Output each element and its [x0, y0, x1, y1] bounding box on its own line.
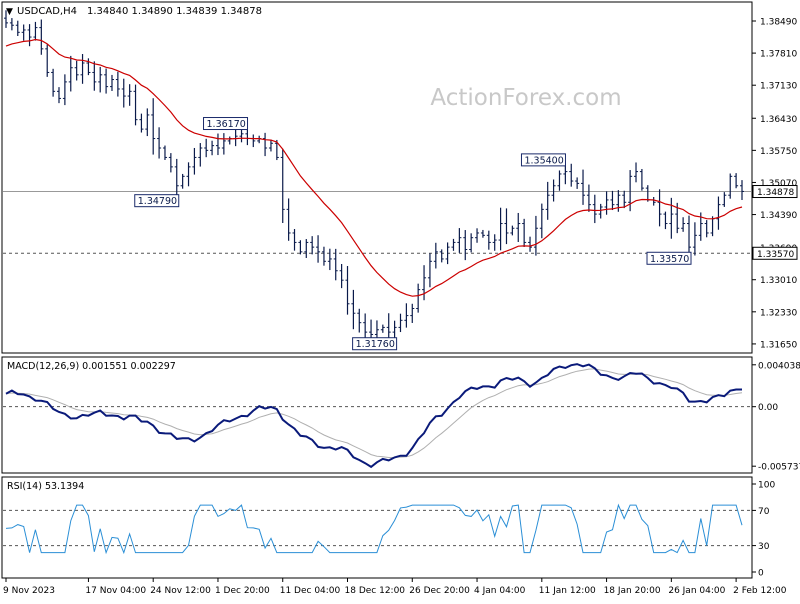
rsi-line-group	[5, 503, 743, 555]
macd-tick-label: 0.00	[758, 403, 778, 413]
price-tick-label: 1.32330	[760, 308, 797, 318]
price-panel-frame	[1, 1, 753, 354]
macd-tick-label: -0.005737	[758, 463, 800, 473]
macd-lines	[5, 363, 743, 469]
rsi-tick-label: 30	[758, 542, 770, 552]
macd-main-line	[5, 363, 742, 469]
annotation-label: 1.33570	[650, 254, 689, 265]
chart-window: ActionForex.com 1.34790 1.36170 1.31760 1.3…	[0, 0, 800, 600]
macd-label: MACD(12,26,9) 0.001551 0.002297	[7, 361, 176, 372]
x-tick-label: 18 Jan 20:00	[604, 586, 661, 596]
price-bars	[4, 10, 744, 345]
current-price-tag: 1.34878	[757, 188, 794, 198]
macd-signal-line	[5, 368, 743, 459]
rsi-tick-label: 100	[758, 481, 775, 491]
price-tick-label: 1.33010	[760, 276, 797, 286]
watermark-text: ActionForex.com	[430, 85, 621, 111]
dropdown-arrow-icon[interactable]: ▼	[6, 7, 13, 17]
rsi-line	[5, 503, 743, 555]
rsi-panel-frame	[1, 476, 753, 579]
chart-canvas: ActionForex.com 1.34790 1.36170 1.31760 1.3…	[1, 1, 800, 596]
rsi-label: RSI(14) 53.1394	[7, 481, 84, 492]
annotation-label: 1.31760	[356, 339, 395, 350]
moving-average-line	[5, 38, 743, 297]
macd-tick-label: 0.004038	[758, 361, 800, 371]
x-tick-label: 9 Nov 2023	[3, 586, 55, 596]
price-tick-label: 1.36430	[760, 115, 797, 125]
x-tick-label: 2 Feb 12:00	[733, 586, 787, 596]
symbol-label: USDCAD,H4	[17, 6, 77, 17]
price-tick-label: 1.37130	[760, 82, 797, 92]
price-tick-label: 1.38490	[760, 17, 797, 27]
x-tick-label: 18 Dec 12:00	[345, 586, 406, 596]
price-tick-label: 1.37810	[760, 50, 797, 60]
rsi-tick-label: 70	[758, 507, 770, 517]
ohlc-values: 1.34840 1.34890 1.34839 1.34878	[87, 6, 262, 17]
annotation-label: 1.36170	[207, 119, 246, 130]
x-tick-label: 26 Dec 20:00	[409, 586, 470, 596]
x-tick-label: 4 Jan 04:00	[474, 586, 526, 596]
x-tick-label: 11 Dec 04:00	[280, 586, 341, 596]
support-level-tag: 1.33570	[757, 250, 794, 260]
price-tick-label: 1.31650	[760, 340, 797, 350]
x-tick-label: 11 Jan 12:00	[539, 586, 596, 596]
x-tick-label: 26 Jan 04:00	[668, 586, 725, 596]
x-tick-label: 1 Dec 20:00	[215, 586, 270, 596]
annotation-label: 1.35400	[524, 155, 563, 166]
x-tick-label: 24 Nov 12:00	[150, 586, 211, 596]
x-tick-label: 17 Nov 04:00	[85, 586, 146, 596]
annotation-label: 1.34790	[138, 196, 177, 207]
rsi-tick-label: 0	[758, 569, 764, 579]
price-tick-label: 1.34390	[760, 211, 797, 221]
price-tick-label: 1.35750	[760, 147, 797, 157]
moving-average	[5, 38, 743, 297]
axis-labels: 1.384901.378101.371301.364301.357501.350…	[3, 17, 800, 596]
